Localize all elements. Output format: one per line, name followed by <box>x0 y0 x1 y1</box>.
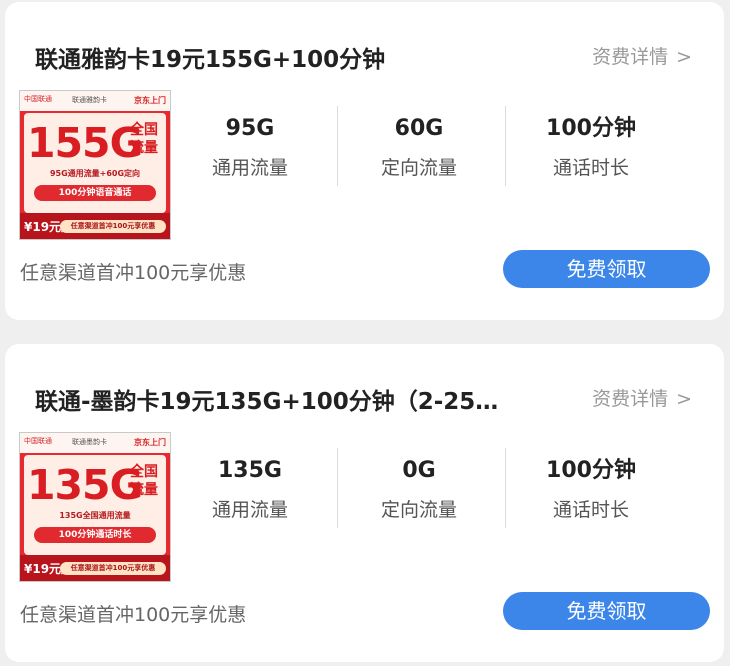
divider <box>337 448 338 528</box>
plan-title[interactable]: 联通雅韵卡19元155G+100分钟 <box>35 40 505 74</box>
claim-free-button[interactable]: 免费领取 <box>503 592 710 630</box>
thumbnail-pill: 100分钟通话时长 <box>34 527 156 543</box>
stat-call-time: 100分钟 通话时长 <box>511 458 671 522</box>
thumbnail-line: 135G全国通用流量 <box>59 511 131 520</box>
stat-value: 95G <box>225 116 275 141</box>
stat-general-data: 95G 通用流量 <box>170 116 330 180</box>
stat-value: 135G <box>218 458 282 483</box>
fee-details-label: 资费详情 <box>592 46 669 68</box>
thumbnail-header: 中国联通 联通雅韵卡 京东上门 <box>20 91 170 111</box>
thumbnail-badge: 京东上门 <box>134 96 166 105</box>
claim-free-button[interactable]: 免费领取 <box>503 250 710 288</box>
thumbnail-line: 95G通用流量+60G定向 <box>49 169 141 178</box>
stat-label: 通用流量 <box>211 157 288 179</box>
stat-label: 定向流量 <box>380 499 457 521</box>
stat-value: 100分钟 <box>546 116 636 141</box>
thumbnail-headline: 155G <box>27 119 143 167</box>
stat-directed-data: 60G 定向流量 <box>339 116 499 180</box>
divider <box>337 106 338 186</box>
fee-details-link[interactable]: 资费详情 > <box>592 384 692 411</box>
brand-logo: 中国联通 <box>24 95 52 103</box>
divider <box>505 448 506 528</box>
thumbnail-plan-name: 联通墨韵卡 <box>72 438 107 446</box>
stat-value: 100分钟 <box>546 458 636 483</box>
stat-label: 通话时长 <box>552 157 629 179</box>
stat-label: 通用流量 <box>211 499 288 521</box>
thumbnail-headline-side: 全国 流量 <box>130 122 158 156</box>
plan-thumbnail[interactable]: 中国联通 联通雅韵卡 京东上门 155G 全国 流量 95G通用流量+60G定向… <box>19 90 171 240</box>
chevron-right-icon: > <box>676 388 692 410</box>
plan-card[interactable]: 联通雅韵卡19元155G+100分钟 资费详情 > 中国联通 联通雅韵卡 京东上门… <box>5 2 724 320</box>
stat-value: 60G <box>394 116 444 141</box>
thumbnail-pill: 100分钟语音通话 <box>34 185 156 201</box>
plan-thumbnail[interactable]: 中国联通 联通墨韵卡 京东上门 135G 全国 流量 135G全国通用流量 10… <box>19 432 171 582</box>
thumbnail-footer: ¥19元/月 任意渠道首冲100元享优惠 <box>20 213 170 239</box>
chevron-right-icon: > <box>676 46 692 68</box>
thumbnail-header: 中国联通 联通墨韵卡 京东上门 <box>20 433 170 453</box>
stat-label: 定向流量 <box>380 157 457 179</box>
fee-details-link[interactable]: 资费详情 > <box>592 42 692 69</box>
plan-title[interactable]: 联通-墨韵卡19元135G+100分钟（2-25… <box>35 382 505 416</box>
thumbnail-ribbon: 任意渠道首冲100元享优惠 <box>60 220 166 233</box>
stat-label: 通话时长 <box>552 499 629 521</box>
brand-logo: 中国联通 <box>24 437 52 445</box>
thumbnail-plan-name: 联通雅韵卡 <box>72 96 107 104</box>
thumbnail-headline: 135G <box>27 461 143 509</box>
thumbnail-body: 135G 全国 流量 135G全国通用流量 100分钟通话时长 <box>24 455 166 555</box>
divider <box>505 106 506 186</box>
thumbnail-ribbon: 任意渠道首冲100元享优惠 <box>60 562 166 575</box>
promo-text: 任意渠道首冲100元享优惠 <box>20 604 247 626</box>
plan-card[interactable]: 联通-墨韵卡19元135G+100分钟（2-25… 资费详情 > 中国联通 联通墨… <box>5 344 724 662</box>
thumbnail-footer: ¥19元/月 任意渠道首冲100元享优惠 <box>20 555 170 581</box>
stat-value: 0G <box>402 458 436 483</box>
thumbnail-headline-side: 全国 流量 <box>130 464 158 498</box>
stat-general-data: 135G 通用流量 <box>170 458 330 522</box>
stat-directed-data: 0G 定向流量 <box>339 458 499 522</box>
thumbnail-body: 155G 全国 流量 95G通用流量+60G定向 100分钟语音通话 <box>24 113 166 213</box>
fee-details-label: 资费详情 <box>592 388 669 410</box>
thumbnail-badge: 京东上门 <box>134 438 166 447</box>
promo-text: 任意渠道首冲100元享优惠 <box>20 262 247 284</box>
stat-call-time: 100分钟 通话时长 <box>511 116 671 180</box>
